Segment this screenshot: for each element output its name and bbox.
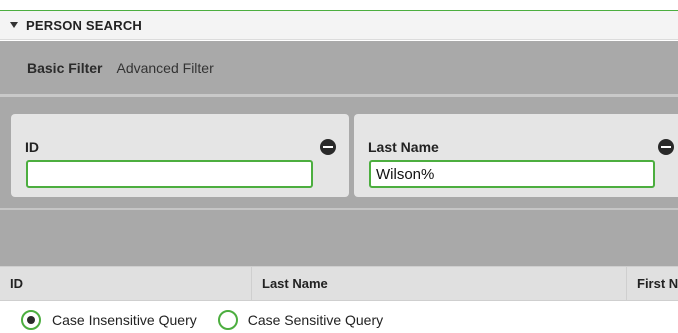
query-options: Case Insensitive Query Case Sensitive Qu… [0,306,678,333]
id-field-label: ID [25,139,39,155]
minus-circle-icon[interactable] [320,139,336,155]
person-search-header[interactable]: PERSON SEARCH [0,10,678,40]
filter-area: ID Last Name [0,94,678,266]
filter-divider [0,208,678,210]
id-filter-card: ID [11,114,349,197]
last-name-field-label: Last Name [368,139,439,155]
tab-basic-filter[interactable]: Basic Filter [27,60,102,76]
filter-tabs: Basic Filter Advanced Filter [0,41,678,94]
id-input[interactable] [26,160,313,188]
last-name-input[interactable] [369,160,655,188]
column-header-last-name[interactable]: Last Name [252,267,627,300]
caret-down-icon[interactable] [10,22,18,28]
case-sensitive-label[interactable]: Case Sensitive Query [248,312,383,328]
case-sensitive-radio[interactable] [217,309,238,330]
results-table-header: ID Last Name First N [0,266,678,301]
case-insensitive-label[interactable]: Case Insensitive Query [52,312,197,328]
minus-circle-icon[interactable] [658,139,674,155]
tab-advanced-filter[interactable]: Advanced Filter [116,60,213,76]
last-name-filter-card: Last Name [354,114,678,197]
column-header-first-name[interactable]: First N [627,267,678,300]
section-title: PERSON SEARCH [26,17,143,33]
column-header-id[interactable]: ID [0,267,252,300]
case-insensitive-radio[interactable] [21,309,41,330]
